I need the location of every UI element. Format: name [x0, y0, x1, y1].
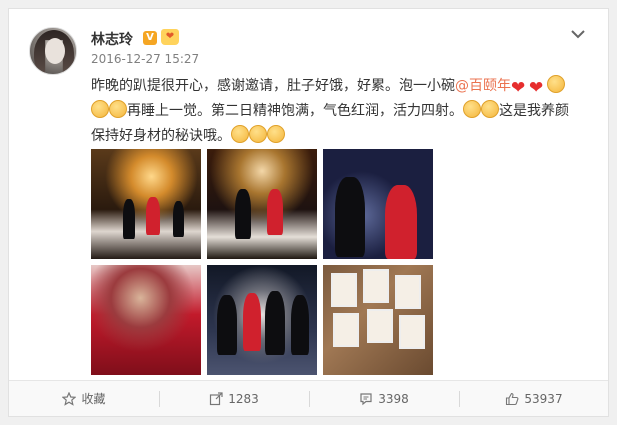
- photo-thumbnail-3[interactable]: [323, 149, 433, 259]
- post-text-line2-end: 这是我养颜: [499, 103, 569, 119]
- photo-thumbnail-6[interactable]: [323, 265, 433, 375]
- member-crown-icon: ❤: [161, 29, 179, 45]
- post-text-line2: 再睡上一觉。第二日精神饱满，气色红润，活力四射。: [127, 103, 463, 119]
- comment-button[interactable]: 3398: [309, 381, 459, 417]
- share-icon: [210, 392, 223, 406]
- photo-thumbnail-2[interactable]: [207, 149, 317, 259]
- thumbs-up-emoji-icon: [109, 100, 127, 118]
- thumbs-up-emoji-icon: [547, 75, 565, 93]
- peace-hand-emoji-icon: [267, 125, 285, 143]
- comment-icon: [360, 393, 372, 406]
- favorite-button[interactable]: 收藏: [9, 381, 159, 417]
- thumbs-up-icon: [506, 392, 519, 406]
- grin-emoji-icon: [481, 100, 499, 118]
- post-text: 昨晚的趴提很开心，感谢邀请，肚子好饿，好累。泡一小碗@百颐年❤ ❤ 再睡上一觉。第…: [91, 74, 599, 149]
- avatar-face: [45, 38, 65, 64]
- photo-thumbnail-5[interactable]: [207, 265, 317, 375]
- favorite-label: 收藏: [81, 392, 106, 406]
- like-count: 53937: [524, 392, 563, 406]
- avatar[interactable]: [29, 27, 77, 75]
- post-text-line1: 昨晚的趴提很开心，感谢邀请，肚子好饿，好累。泡一小碗: [91, 78, 455, 94]
- username[interactable]: 林志玲: [91, 29, 133, 49]
- repost-button[interactable]: 1283: [159, 381, 309, 417]
- post-timestamp[interactable]: 2016-12-27 15:27: [91, 52, 199, 66]
- verified-badge-icon: V: [143, 31, 157, 45]
- heart-emoji-icon: ❤: [511, 78, 526, 98]
- repost-count: 1283: [228, 392, 259, 406]
- peace-hand-emoji-icon: [249, 125, 267, 143]
- photo-thumbnail-4[interactable]: [91, 265, 201, 375]
- grin-emoji-icon: [463, 100, 481, 118]
- peace-hand-emoji-icon: [231, 125, 249, 143]
- comment-count: 3398: [378, 392, 409, 406]
- photo-grid: [91, 149, 433, 379]
- action-bar: 收藏 1283 3398 53937: [9, 380, 608, 416]
- mention-link[interactable]: @百颐年: [455, 78, 511, 94]
- like-button[interactable]: 53937: [459, 381, 609, 417]
- star-icon: [62, 392, 77, 406]
- photo-thumbnail-1[interactable]: [91, 149, 201, 259]
- post-text-line3: 保持好身材的秘诀哦。: [91, 128, 231, 144]
- heart-emoji-icon: ❤: [529, 78, 544, 98]
- weibo-post-card: 林志玲 V ❤ 2016-12-27 15:27 昨晚的趴提很开心，感谢邀请，肚…: [8, 8, 609, 417]
- chevron-down-icon[interactable]: [568, 25, 588, 43]
- thumbs-up-emoji-icon: [91, 100, 109, 118]
